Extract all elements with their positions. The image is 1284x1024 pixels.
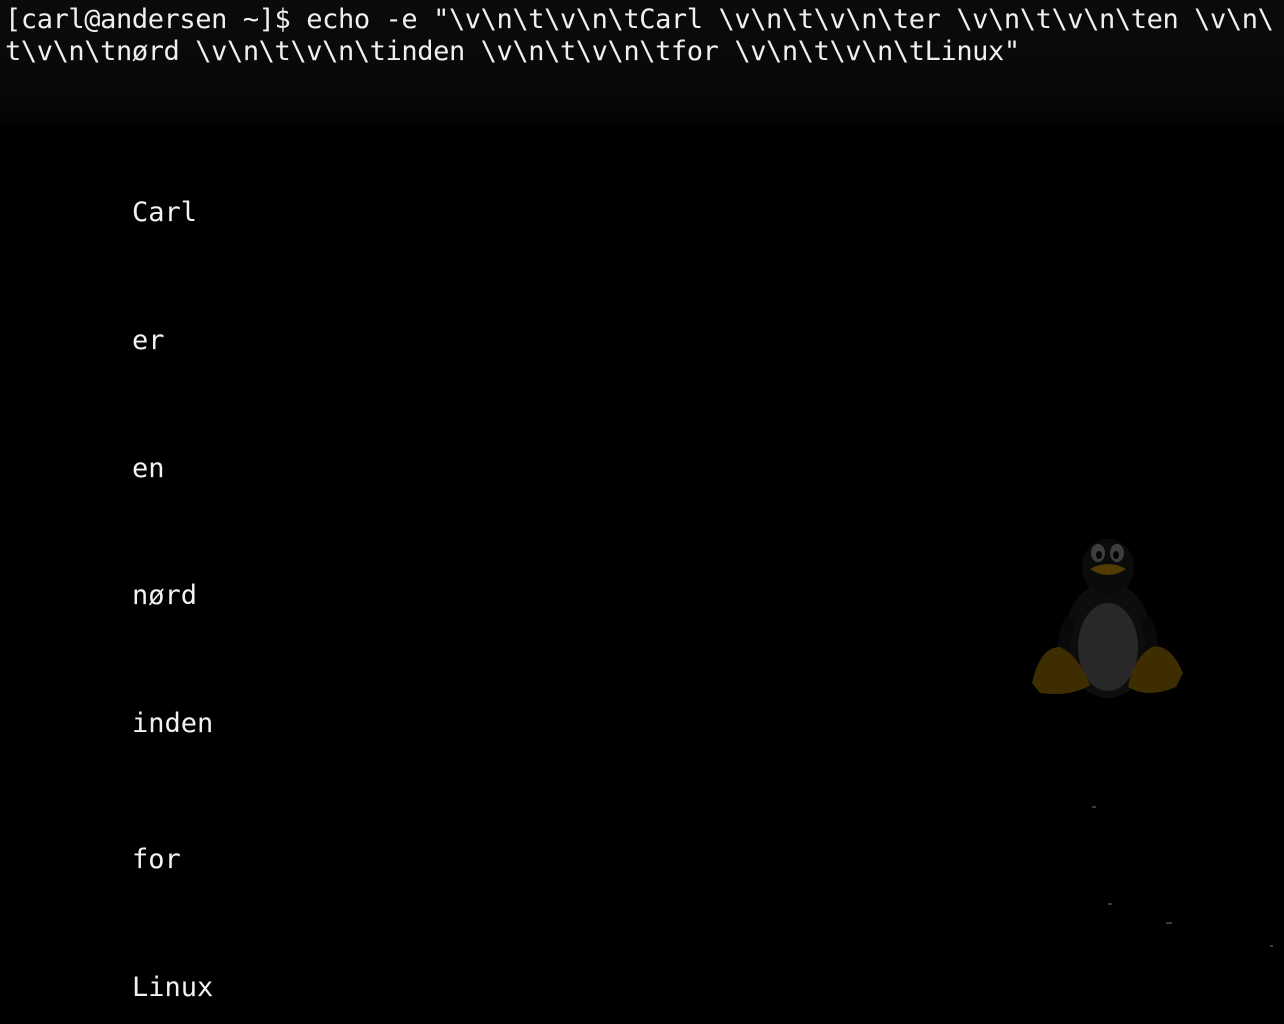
output-line-nord: nørd xyxy=(132,580,198,611)
output-line-carl: Carl xyxy=(132,197,198,228)
background-speck xyxy=(1270,945,1273,947)
command-line-1: [carl@andersen ~]$ echo -e "\v\n\t\v\n\t… xyxy=(5,4,1274,35)
terminal-window[interactable]: [carl@andersen ~]$ echo -e "\v\n\t\v\n\t… xyxy=(0,0,1284,1024)
tux-penguin-icon xyxy=(1032,539,1183,698)
background-speck xyxy=(1108,903,1112,905)
background-speck xyxy=(1092,806,1096,808)
output-line-er: er xyxy=(132,325,165,356)
output-line-for: for xyxy=(132,844,181,875)
output-line-inden: inden xyxy=(132,708,214,739)
command-line-2: t\v\n\tnørd \v\n\t\v\n\tinden \v\n\t\v\n… xyxy=(5,36,1020,67)
background-speck xyxy=(1166,922,1172,924)
output-line-en: en xyxy=(132,453,165,484)
output-line-linux: Linux xyxy=(132,972,214,1003)
